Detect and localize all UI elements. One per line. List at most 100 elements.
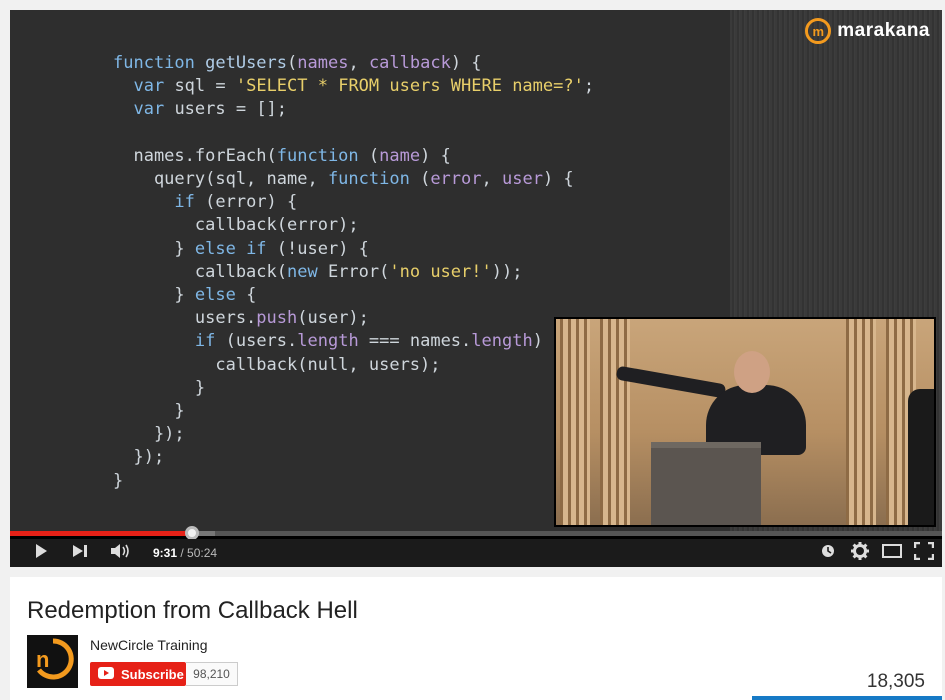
code-token: } xyxy=(113,401,185,422)
play-button[interactable] xyxy=(28,539,54,567)
code-line: } else { xyxy=(113,284,594,307)
pillar xyxy=(600,319,630,525)
code-snippet: function getUsers(names, callback) { var… xyxy=(113,52,594,493)
code-token: ) { xyxy=(450,53,482,73)
volume-icon xyxy=(110,543,132,564)
newcircle-logo-icon: n xyxy=(30,636,76,687)
code-line: } xyxy=(113,400,594,423)
code-token: callback(null, users); xyxy=(113,354,441,375)
code-token: new xyxy=(287,261,328,282)
video-player[interactable]: function getUsers(names, callback) { var… xyxy=(10,10,942,567)
brand-watermark: m marakana xyxy=(805,18,930,44)
code-token: )); xyxy=(491,261,523,282)
code-token: (users. xyxy=(215,331,298,352)
speaker-inset xyxy=(554,317,936,527)
progress-bar[interactable] xyxy=(10,526,942,540)
speaker-arm xyxy=(615,365,727,399)
code-token: ( xyxy=(368,145,380,166)
code-line: var users = []; xyxy=(113,98,594,121)
channel-name-link[interactable]: NewCircle Training xyxy=(90,637,207,653)
code-line: }); xyxy=(113,423,594,446)
fullscreen-button[interactable] xyxy=(912,539,936,567)
subscribe-button[interactable]: Subscribe xyxy=(90,662,186,686)
code-line: } xyxy=(113,470,594,493)
code-token: else xyxy=(194,285,236,306)
settings-button[interactable] xyxy=(848,539,872,567)
code-token: var xyxy=(133,76,175,97)
code-token: users = [] xyxy=(174,99,277,120)
code-token: ( xyxy=(420,169,431,190)
code-token: 'SELECT * FROM users WHERE name=?' xyxy=(235,76,584,97)
player-controls: 9:31 / 50:24 xyxy=(10,539,942,567)
code-token: (error) { xyxy=(194,192,298,213)
code-token: callback xyxy=(368,53,451,73)
progress-scrubber-handle[interactable] xyxy=(184,526,199,540)
code-token: (user); xyxy=(297,308,369,329)
code-line: var sql = 'SELECT * FROM users WHERE nam… xyxy=(113,75,594,98)
code-token: ; xyxy=(583,76,595,97)
code-token: } xyxy=(113,238,195,259)
code-line: function getUsers(names, callback) { xyxy=(113,52,594,75)
code-token: ( xyxy=(287,53,298,73)
code-token: ) { xyxy=(420,145,451,166)
code-token: ) xyxy=(532,331,543,352)
time-current: 9:31 xyxy=(153,546,178,560)
volume-button[interactable] xyxy=(108,539,134,567)
code-token: query(sql, name, xyxy=(113,169,328,190)
view-count: 18,305 xyxy=(866,671,925,692)
code-line: callback(new Error('no user!')); xyxy=(113,261,594,284)
code-token: else if xyxy=(194,238,267,259)
channel-avatar[interactable]: n xyxy=(27,635,78,688)
code-line: if (error) { xyxy=(113,191,594,214)
code-line: callback(error); xyxy=(113,214,594,237)
code-token: ; xyxy=(276,99,288,120)
pillar xyxy=(846,319,876,525)
watch-later-button[interactable] xyxy=(818,539,838,567)
code-token: }); xyxy=(113,447,165,468)
code-token: ) { xyxy=(542,169,574,190)
video-info-panel: Redemption from Callback Hell n NewCircl… xyxy=(10,577,942,700)
code-token: names xyxy=(297,53,349,73)
code-token: } xyxy=(113,285,195,306)
time-separator: / xyxy=(177,546,188,560)
code-token: { xyxy=(235,285,257,306)
code-token: callback( xyxy=(113,261,287,282)
audience-person xyxy=(908,389,934,525)
code-token: function xyxy=(276,145,369,166)
code-token: callback(error); xyxy=(113,215,359,236)
code-token: user xyxy=(501,169,543,190)
video-frame[interactable]: function getUsers(names, callback) { var… xyxy=(10,10,942,535)
code-line: callback(null, users); xyxy=(113,354,594,377)
code-token: 'no user!' xyxy=(389,261,492,282)
settings-icon xyxy=(851,541,869,565)
brand-name: marakana xyxy=(837,20,930,41)
code-token: if xyxy=(194,331,216,352)
code-line: } else if (!user) { xyxy=(113,238,594,261)
code-token: if xyxy=(174,192,195,213)
next-icon xyxy=(72,544,90,563)
code-line: users.push(user); xyxy=(113,307,594,330)
code-token: function xyxy=(113,53,206,73)
code-line: names.forEach(function (name) { xyxy=(113,145,594,168)
code-line: } xyxy=(113,377,594,400)
code-token: Error( xyxy=(327,261,390,282)
watch-later-icon xyxy=(821,544,835,563)
code-token: } xyxy=(113,470,124,491)
next-button[interactable] xyxy=(68,539,94,567)
code-token: , xyxy=(348,53,369,73)
marakana-logo-icon: m xyxy=(805,18,832,44)
progress-played xyxy=(10,531,192,536)
pillar xyxy=(560,319,590,525)
code-token: length xyxy=(297,331,359,352)
code-token: , xyxy=(481,169,502,190)
theater-mode-button[interactable] xyxy=(880,539,904,567)
fullscreen-icon xyxy=(913,541,935,565)
subscriber-count: 98,210 xyxy=(186,662,238,686)
code-token: }); xyxy=(113,424,185,445)
code-line: if (users.length === names.length) xyxy=(113,330,594,353)
time-total: 50:24 xyxy=(187,546,218,560)
